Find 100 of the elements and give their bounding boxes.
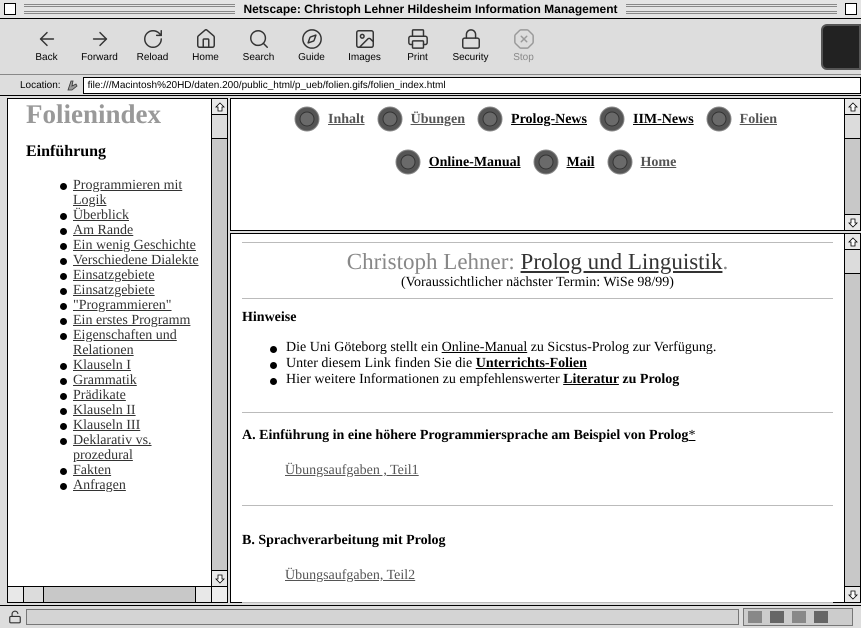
bullet-icon xyxy=(60,183,67,190)
toolbar-button[interactable]: Security xyxy=(444,28,497,65)
sidebar-link[interactable]: Überblick xyxy=(73,208,129,223)
image-icon xyxy=(354,28,376,50)
toolbar-button[interactable]: Reload xyxy=(126,28,179,65)
padlock-icon xyxy=(460,28,482,50)
nav-link[interactable]: Inhalt xyxy=(328,108,365,130)
zoom-box[interactable] xyxy=(845,3,857,15)
nav-link[interactable]: Übungen xyxy=(410,108,466,130)
toolbar-button[interactable]: Guide xyxy=(285,28,338,65)
sidebar-link[interactable]: Anfragen xyxy=(73,478,126,493)
section-heading: A. Einführung in eine höhere Programmiersprache am Beispiel von Prolog xyxy=(242,428,688,443)
sidebar-link[interactable]: Klauseln III xyxy=(73,418,140,433)
sidebar-link[interactable]: "Programmieren" xyxy=(73,298,172,313)
toolbar-button[interactable]: Back xyxy=(20,28,73,65)
nav-link[interactable]: IIM-News xyxy=(633,108,694,130)
nav-link[interactable]: Prolog-News xyxy=(511,108,587,130)
scroll-thumb[interactable] xyxy=(845,250,860,274)
bullet-icon xyxy=(60,483,67,490)
notes-heading: Hinweise xyxy=(242,309,298,327)
nav-link[interactable]: Mail xyxy=(566,152,595,172)
bullet-icon xyxy=(60,438,67,445)
bullet-icon xyxy=(60,243,67,250)
nav-link[interactable]: Online-Manual xyxy=(428,152,521,172)
sidebar-link[interactable]: Einsatzgebiete xyxy=(73,283,155,298)
down-arrow-icon xyxy=(214,574,224,584)
sphere-icon xyxy=(599,106,625,132)
sidebar-link[interactable]: Prädikate xyxy=(73,388,126,403)
sidebar-title: Folienindex xyxy=(26,99,162,129)
stop-icon xyxy=(512,28,534,50)
down-arrow-icon xyxy=(848,590,858,600)
sidebar-heading: Einführung xyxy=(26,142,108,162)
note-link[interactable]: Literatur xyxy=(563,372,619,387)
sidebar-link[interactable]: Deklarativ vs. prozedural xyxy=(73,433,203,463)
bullet-icon xyxy=(60,408,67,415)
toolbar-button[interactable]: Search xyxy=(232,28,285,65)
bullet-icon xyxy=(60,363,67,370)
up-arrow-icon xyxy=(848,236,858,246)
scroll-thumb[interactable] xyxy=(845,115,860,139)
netscape-logo xyxy=(821,24,861,70)
house-icon xyxy=(194,28,216,50)
sphere-icon xyxy=(606,149,633,175)
search-icon xyxy=(248,28,270,50)
scrollbar[interactable] xyxy=(211,99,227,586)
note-text: Die Uni Göteborg stellt ein Online-Manual zu Sicstus-Prolog zur Verfügung. xyxy=(286,340,716,356)
up-arrow-icon xyxy=(848,102,858,112)
bullet-icon xyxy=(60,378,67,385)
sphere-icon xyxy=(706,106,732,132)
subtitle: (Voraussichtlicher nächster Termin: WiSe 98/99) xyxy=(400,275,675,291)
nav-link[interactable]: Home xyxy=(640,152,676,172)
sidebar-link[interactable]: Einsatzgebiete xyxy=(73,268,155,283)
sphere-icon xyxy=(294,106,320,132)
bullet-icon xyxy=(60,213,67,220)
bullet-icon xyxy=(60,273,67,280)
bullet-icon xyxy=(270,378,277,385)
course-link[interactable]: Prolog und Linguistik xyxy=(520,249,722,274)
padlock-icon xyxy=(8,610,22,624)
exercise-link[interactable]: Übungsaufgaben , Teil1 xyxy=(285,460,419,481)
note-link[interactable]: Online-Manual xyxy=(442,340,528,355)
bullet-icon xyxy=(60,228,67,235)
sphere-icon xyxy=(532,149,559,175)
sidebar-link[interactable]: Eigenschaften und Relationen xyxy=(73,328,203,358)
location-field[interactable]: file:///Macintosh%20HD/daten.200/public_html/p_ueb/folien.gifs/folien_index.html xyxy=(82,76,861,94)
sidebar-link[interactable]: Ein erstes Programm xyxy=(73,313,190,328)
note-link[interactable]: Unterrichts-Folien xyxy=(476,356,587,371)
sidebar-link[interactable]: Verschiedene Dialekte xyxy=(73,253,199,268)
sphere-icon xyxy=(477,106,504,132)
sidebar-link[interactable]: Ein wenig Geschichte xyxy=(73,238,196,253)
exercise-link[interactable]: Übungsaufgaben, Teil2 xyxy=(285,565,416,586)
sidebar-link[interactable]: Klauseln II xyxy=(73,403,136,418)
bullet-icon xyxy=(270,346,277,353)
bullet-icon xyxy=(60,258,67,265)
down-arrow-icon xyxy=(848,218,858,228)
nav-link[interactable]: Folien xyxy=(740,108,777,130)
toolbar-button[interactable]: Forward xyxy=(73,28,126,65)
close-box[interactable] xyxy=(4,3,16,15)
bullet-icon xyxy=(60,288,67,295)
bullet-icon xyxy=(60,393,67,400)
section-heading: B. Sprachverarbeitung mit Prolog xyxy=(242,533,446,548)
toolbar-button[interactable]: Print xyxy=(391,28,444,65)
author-name: Christoph Lehner: xyxy=(346,249,516,274)
up-arrow-icon xyxy=(214,102,224,112)
scrollbar[interactable] xyxy=(844,99,860,230)
footnote-link[interactable]: * xyxy=(688,428,696,443)
horizontal-scrollbar[interactable] xyxy=(8,586,227,602)
bullet-icon xyxy=(60,318,67,325)
location-label: Location: xyxy=(20,78,61,92)
scroll-thumb[interactable] xyxy=(212,115,227,139)
sidebar-link[interactable]: Am Rande xyxy=(73,223,134,238)
compass-icon xyxy=(300,28,322,50)
sidebar-link[interactable]: Programmieren mit Logik xyxy=(73,178,203,208)
toolbar-button[interactable]: Images xyxy=(338,28,391,65)
sidebar-link[interactable]: Klauseln I xyxy=(73,358,131,373)
sidebar-link[interactable]: Fakten xyxy=(73,463,112,478)
toolbar-button[interactable]: Home xyxy=(179,28,232,65)
sidebar-link[interactable]: Grammatik xyxy=(73,373,137,388)
scrollbar[interactable] xyxy=(844,234,860,602)
printer-icon xyxy=(406,28,428,50)
hand-icon xyxy=(64,78,79,92)
period-mark: . xyxy=(722,249,728,274)
